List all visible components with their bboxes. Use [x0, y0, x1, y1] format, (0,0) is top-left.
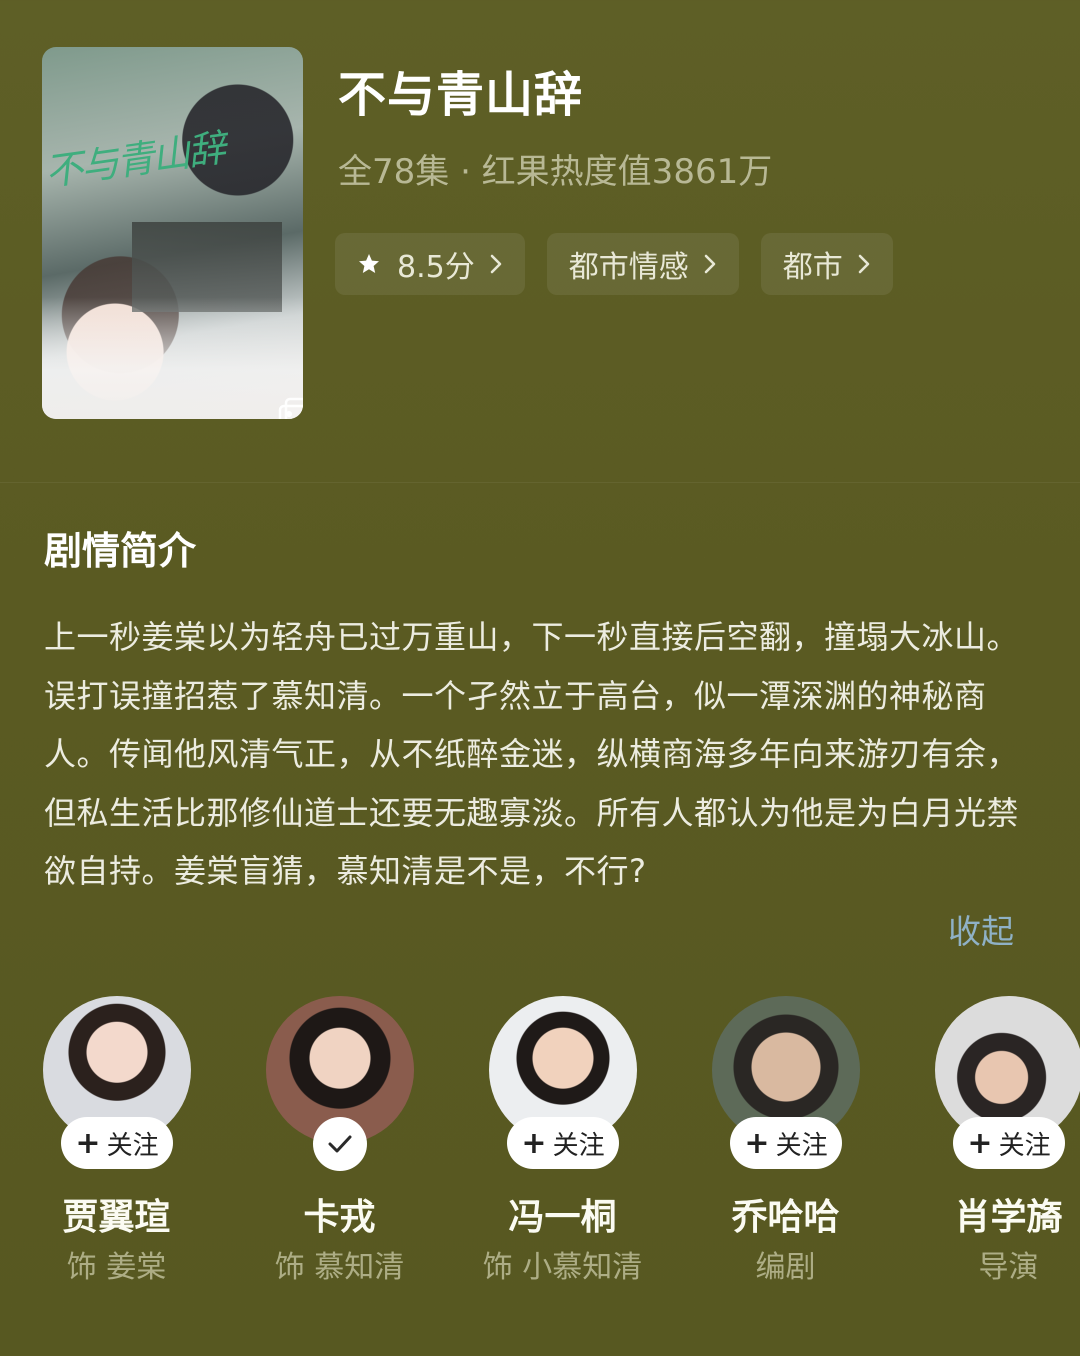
check-icon [328, 1135, 352, 1153]
gallery-icon[interactable] [278, 397, 303, 419]
follow-label: 关注 [998, 1130, 1051, 1161]
follow-button[interactable]: + 关注 [953, 1117, 1065, 1169]
genre-chip-urban[interactable]: 都市 [760, 233, 893, 295]
collapse-link[interactable]: 收起 [948, 905, 1014, 953]
star-icon [359, 254, 379, 273]
cast-name: 卡戎 [303, 1197, 376, 1238]
plus-icon: + [967, 1125, 993, 1161]
plus-icon: + [521, 1125, 547, 1161]
cast-name: 乔哈哈 [731, 1197, 840, 1238]
follow-button[interactable]: + 关注 [507, 1117, 619, 1169]
cast-role: 饰 姜棠 [66, 1250, 167, 1285]
cast-role: 导演 [978, 1250, 1039, 1285]
tag-chips: 8.5分 都市情感 都市 [335, 233, 893, 295]
follow-label: 关注 [552, 1130, 605, 1161]
cast-name: 肖学旖 [954, 1197, 1063, 1238]
genre-label: 都市 [782, 250, 843, 285]
chevron-right-icon [490, 254, 502, 274]
follow-button[interactable]: + 关注 [61, 1117, 173, 1169]
follow-label: 关注 [775, 1130, 828, 1161]
cast-name: 冯一桐 [508, 1197, 617, 1238]
plus-icon: + [744, 1125, 770, 1161]
genre-chip-urban-romance[interactable]: 都市情感 [546, 233, 739, 295]
cast-role: 饰 小慕知清 [482, 1250, 643, 1285]
chevron-right-icon [858, 254, 870, 274]
genre-label: 都市情感 [568, 250, 689, 285]
poster-fog-art [42, 297, 303, 419]
cast-role: 编剧 [755, 1250, 816, 1285]
drama-title: 不与青山辞 [338, 67, 584, 123]
follow-label: 关注 [106, 1130, 159, 1161]
rating-chip[interactable]: 8.5分 [335, 233, 525, 295]
plus-icon: + [75, 1125, 101, 1161]
divider [0, 482, 1080, 483]
cast-name: 贾翼瑄 [62, 1197, 171, 1238]
chevron-right-icon [704, 254, 716, 274]
drama-meta: 全78集 · 红果热度值3861万 [338, 152, 773, 192]
followed-check-button[interactable] [313, 1117, 367, 1171]
cast-role: 饰 慕知清 [274, 1250, 405, 1285]
follow-button[interactable]: + 关注 [730, 1117, 842, 1169]
drama-poster[interactable]: 不与青山辞 [42, 47, 303, 419]
synopsis-heading: 剧情简介 [44, 529, 197, 573]
synopsis-text: 上一秒姜棠以为轻舟已过万重山，下一秒直接后空翻，撞塌大冰山。误打误撞招惹了慕知清… [44, 618, 1020, 890]
rating-label: 8.5分 [397, 250, 475, 285]
cast-list: + 关注 贾翼瑄 饰 姜棠 卡戎 饰 慕知清 + 关注 冯一桐 饰 小慕知清 +… [0, 996, 1080, 1296]
